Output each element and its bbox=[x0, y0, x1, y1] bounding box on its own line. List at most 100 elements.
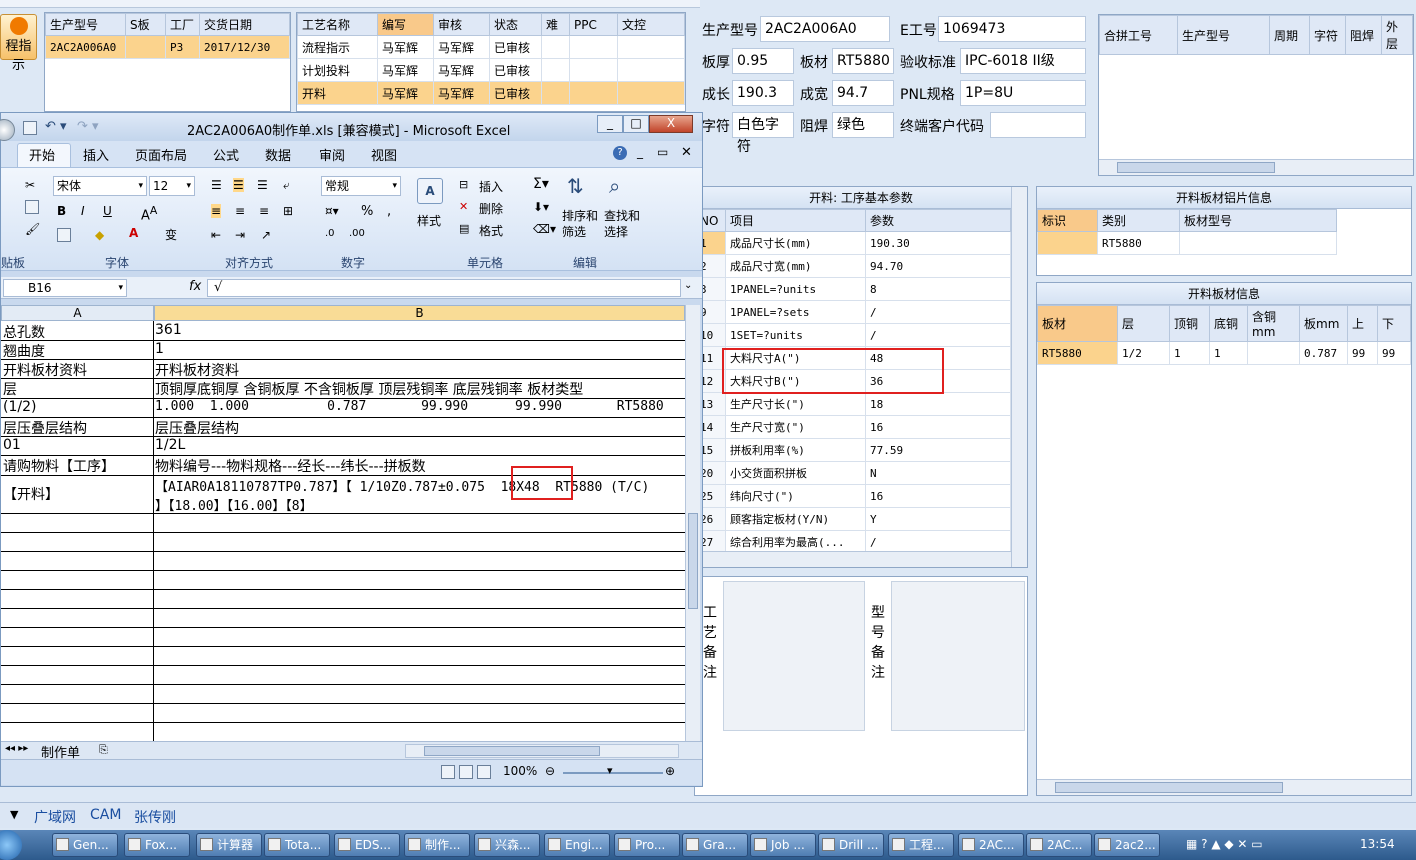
cell[interactable]: 生产尺寸长(") bbox=[725, 392, 866, 416]
status-link-wan[interactable]: 广域网 bbox=[34, 807, 76, 827]
col-header[interactable]: 状态 bbox=[489, 13, 542, 36]
cell[interactable]: 已审核 bbox=[489, 81, 542, 105]
solder-field[interactable]: 绿色 bbox=[832, 112, 894, 138]
col-header[interactable]: 标识 bbox=[1037, 209, 1098, 232]
material-field[interactable]: RT5880 bbox=[832, 48, 894, 74]
col-header[interactable]: 审核 bbox=[433, 13, 490, 36]
font-color-icon[interactable]: A bbox=[129, 226, 138, 240]
cell[interactable]: 马军辉 bbox=[433, 81, 490, 105]
standard-field[interactable]: IPC-6018 II级 bbox=[960, 48, 1086, 74]
cell[interactable]: 成品尺寸长(mm) bbox=[725, 231, 866, 255]
tab-insert[interactable]: 插入 bbox=[83, 145, 109, 164]
align-center-icon[interactable]: ≡ bbox=[235, 204, 245, 218]
sheet-nav-icon[interactable]: ◂◂ ▸▸ bbox=[5, 743, 28, 754]
sheet-row[interactable]: 【开料】 【AIAR0A18110787TP0.787】【 1/10Z0.787±… bbox=[1, 476, 685, 514]
sheet-row[interactable]: 层 顶铜厚底铜厚 含铜板厚 不含铜板厚 顶层残铜率 底层残铜率 板材类型 bbox=[1, 379, 685, 399]
pnl-field[interactable]: 1P=8U bbox=[960, 80, 1086, 106]
increase-decimal-icon[interactable]: .0 bbox=[325, 228, 335, 239]
cell[interactable]: 小交货面积拼板 bbox=[725, 461, 866, 485]
cell[interactable]: N bbox=[865, 461, 1011, 485]
col-header[interactable]: 顶铜 bbox=[1169, 305, 1210, 342]
cell[interactable]: RT5880 bbox=[1037, 341, 1118, 365]
scroll-thumb[interactable] bbox=[688, 513, 698, 609]
col-header[interactable]: 字符 bbox=[1309, 15, 1346, 55]
table-row[interactable]: 25 纬向尺寸(") 16 bbox=[695, 484, 1011, 508]
expand-formula-icon[interactable]: ⌄ bbox=[684, 280, 692, 291]
horizontal-scrollbar[interactable] bbox=[1099, 159, 1413, 175]
cell[interactable]: 马军辉 bbox=[377, 58, 434, 82]
col-header[interactable]: 外层 bbox=[1381, 15, 1413, 55]
process-notes-field[interactable] bbox=[723, 581, 865, 731]
table-row[interactable]: 3 1PANEL=?units 8 bbox=[695, 277, 1011, 301]
col-header[interactable]: 含铜mm bbox=[1247, 305, 1300, 342]
sheet-row[interactable] bbox=[1, 514, 685, 533]
taskbar-button[interactable]: Engi... bbox=[544, 833, 610, 857]
horizontal-scrollbar[interactable] bbox=[695, 551, 1011, 567]
cell[interactable]: 马军辉 bbox=[433, 35, 490, 59]
cell-b[interactable]: 层压叠层结构 bbox=[155, 418, 239, 438]
cell-a[interactable]: 开料板材资料 bbox=[3, 360, 87, 380]
cell[interactable]: 已审核 bbox=[489, 35, 542, 59]
cell[interactable]: 顾客指定板材(Y/N) bbox=[725, 507, 866, 531]
cell-a[interactable]: (1/2) bbox=[3, 399, 36, 415]
cell-b[interactable]: 开料板材资料 bbox=[155, 360, 239, 380]
zoom-in-icon[interactable]: ⊕ bbox=[665, 764, 675, 778]
phonetic-icon[interactable]: 变 bbox=[165, 226, 177, 243]
cell-a[interactable]: 总孔数 bbox=[3, 322, 45, 342]
delete-cells-icon[interactable]: ✕ bbox=[459, 200, 468, 213]
start-button[interactable] bbox=[0, 830, 22, 860]
col-header[interactable]: 编写 bbox=[377, 13, 434, 36]
status-link-cam[interactable]: CAM bbox=[90, 807, 121, 823]
zoom-thumb[interactable]: ▾ bbox=[607, 764, 613, 777]
cell-b[interactable]: 361 bbox=[155, 322, 182, 338]
table-row[interactable]: 13 生产尺寸长(") 18 bbox=[695, 392, 1011, 416]
formula-input[interactable]: √ bbox=[207, 279, 681, 297]
col-header[interactable]: 板材 bbox=[1037, 305, 1118, 342]
cell-a[interactable]: 层 bbox=[3, 379, 17, 399]
page-break-view-icon[interactable] bbox=[477, 765, 491, 779]
ribbon-restore-icon[interactable]: ▭ bbox=[657, 145, 668, 159]
table-row[interactable]: 开料 马军辉 马军辉 已审核 bbox=[297, 81, 685, 105]
col-header[interactable]: 合拼工号 bbox=[1099, 15, 1178, 55]
table-row[interactable]: 9 1PANEL=?sets / bbox=[695, 300, 1011, 324]
col-header[interactable]: 生产型号 bbox=[1177, 15, 1270, 55]
taskbar-button[interactable]: EDS... bbox=[334, 833, 400, 857]
tab-review[interactable]: 审阅 bbox=[319, 145, 345, 164]
thickness-field[interactable]: 0.95 bbox=[732, 48, 794, 74]
find-select-icon[interactable]: ⌕ bbox=[609, 174, 620, 198]
model-field[interactable]: 2AC2A006A0 bbox=[760, 16, 890, 42]
cell[interactable] bbox=[541, 58, 570, 82]
model-notes-field[interactable] bbox=[891, 581, 1025, 731]
table-row[interactable]: RT5880 1/2 1 1 0.787 99 99 bbox=[1037, 341, 1411, 365]
vertical-scrollbar[interactable] bbox=[1011, 187, 1027, 567]
cell[interactable]: 成品尺寸宽(mm) bbox=[725, 254, 866, 278]
zoom-slider[interactable] bbox=[563, 772, 663, 774]
delete-cells-button[interactable]: 删除 bbox=[479, 200, 503, 217]
cell[interactable]: 18 bbox=[865, 392, 1011, 416]
cell[interactable] bbox=[1037, 231, 1098, 255]
styles-button-label[interactable]: 样式 bbox=[417, 212, 441, 229]
cell[interactable]: Y bbox=[865, 507, 1011, 531]
sheet-row[interactable] bbox=[1, 552, 685, 571]
insert-cells-button[interactable]: 插入 bbox=[479, 178, 503, 195]
cell[interactable]: 2017/12/30 bbox=[199, 35, 290, 59]
sheet-row[interactable]: 层压叠层结构 层压叠层结构 bbox=[1, 418, 685, 437]
orientation-icon[interactable]: ↗ bbox=[261, 228, 271, 242]
format-painter-icon[interactable]: 🖌 bbox=[25, 222, 40, 236]
process-guide-button[interactable]: 程指示 bbox=[0, 14, 37, 73]
fill-color-icon[interactable]: ◆ bbox=[95, 228, 104, 242]
cell-b[interactable]: 顶铜厚底铜厚 含铜板厚 不含铜板厚 顶层残铜率 底层残铜率 板材类型 bbox=[155, 379, 583, 399]
restore-button[interactable]: □ bbox=[623, 115, 649, 133]
taskbar-button[interactable]: 兴森... bbox=[474, 833, 540, 857]
align-left-icon[interactable]: ≡ bbox=[211, 204, 222, 218]
cell[interactable]: RT5880 bbox=[1097, 231, 1180, 255]
scroll-thumb[interactable] bbox=[424, 746, 600, 756]
copy-icon[interactable] bbox=[25, 200, 39, 214]
cell[interactable]: 马军辉 bbox=[377, 81, 434, 105]
cell[interactable]: 纬向尺寸(") bbox=[725, 484, 866, 508]
cell[interactable]: 拼板利用率(%) bbox=[725, 438, 866, 462]
cell-b[interactable]: 【AIAR0A18110787TP0.787】【 1/10Z0.787±0.07… bbox=[155, 476, 649, 514]
col-header[interactable]: 上 bbox=[1347, 305, 1378, 342]
cell[interactable] bbox=[125, 35, 166, 59]
italic-button[interactable]: I bbox=[81, 204, 85, 218]
